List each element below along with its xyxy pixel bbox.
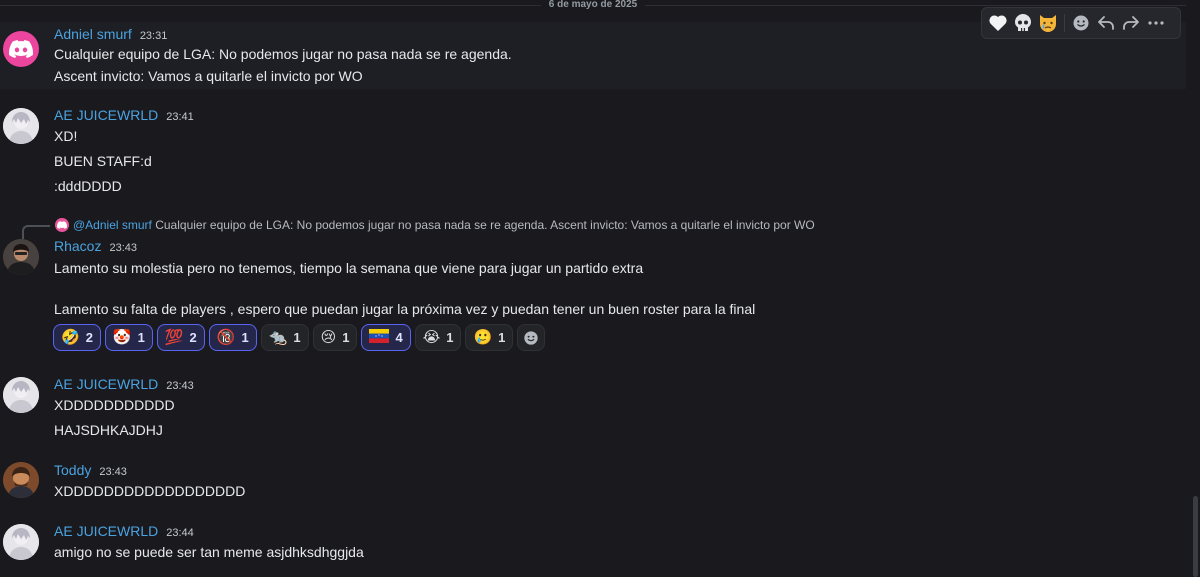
author-line: AE JUICEWRLD 23:44 [54,523,194,541]
reaction-clown[interactable]: 🤡 1 [104,324,153,351]
rofl-emoji-icon: 🤣 [61,328,80,346]
reaction-count: 1 [342,330,350,345]
more-icon[interactable] [1144,10,1168,36]
discord-logo-icon [57,221,67,229]
reply-icon[interactable] [1094,10,1118,36]
add-reaction-icon[interactable] [1069,10,1093,36]
author-line: AE JUICEWRLD 23:41 [54,107,194,125]
author-name[interactable]: Rhacoz [54,238,101,254]
reaction-venezuela-flag[interactable]: 4 [361,324,411,351]
reaction-count: 1 [241,330,249,345]
add-reaction-icon [524,330,539,345]
timestamp[interactable]: 23:43 [99,466,127,478]
reaction-count: 2 [85,330,93,345]
message-line: Cualquier equipo de LGA: No podemos juga… [54,46,512,62]
venezuela-flag-emoji-icon [369,329,390,346]
scrollbar[interactable] [1190,0,1200,577]
avatar[interactable] [3,108,39,144]
reaction-count: 1 [446,330,454,345]
clown-emoji-icon: 🤡 [112,328,132,346]
hundred-emoji-icon: 💯 [164,328,184,346]
author-name[interactable]: AE JUICEWRLD [54,107,158,123]
reaction-count: 2 [189,330,197,345]
add-reaction-button[interactable] [517,324,546,351]
message-line: :dddDDDD [54,178,122,194]
reaction-sob[interactable]: 😭 1 [414,324,462,351]
message-line: BUEN STAFF:d [54,153,152,169]
message-line: amigo no se puede ser tan meme asjdhksdh… [54,544,364,560]
rat-emoji-icon: 🐀 [268,328,288,346]
message-line: Lamento su molestia pero no tenemos, tie… [54,260,644,276]
reply-text: Cualquier equipo de LGA: No podemos juga… [155,218,815,232]
message-line: XDDDDDDDDDDDDDDDDDD [54,483,246,499]
author-line: Rhacoz 23:43 [54,238,137,256]
smiling-tear-emoji-icon: 🥲 [473,328,493,346]
message-line: XDDDDDDDDDDD [54,397,175,413]
avatar[interactable] [3,524,39,560]
avatar[interactable] [3,239,39,275]
avatar[interactable] [3,31,39,67]
reply-elbow [22,225,50,239]
message-line: Lamento su falta de players , espero que… [54,301,756,317]
white-heart-icon[interactable] [986,10,1010,36]
reaction-underage[interactable]: 🔞 1 [208,324,257,351]
reaction-100[interactable]: 💯 2 [156,324,205,351]
reaction-cry[interactable]: 😢 1 [312,324,358,351]
author-name[interactable]: Toddy [54,462,91,478]
reaction-rofl[interactable]: 🤣 2 [53,324,101,351]
author-line: Adniel smurf 23:31 [54,26,167,44]
avatar[interactable] [3,377,39,413]
discord-logo-icon [9,40,33,58]
timestamp[interactable]: 23:31 [140,30,168,42]
reaction-count: 1 [137,330,145,345]
forward-icon[interactable] [1119,10,1143,36]
message-line: HAJSDHKAJDHJ [54,422,163,438]
timestamp[interactable]: 23:41 [166,111,194,123]
author-name[interactable]: AE JUICEWRLD [54,523,158,539]
message-line: XD! [54,128,78,144]
scrollbar-thumb[interactable] [1193,496,1198,577]
skull-icon[interactable] [1011,10,1035,36]
timestamp[interactable]: 23:44 [166,527,194,539]
toolbar-separator [1064,14,1065,32]
reaction-rat[interactable]: 🐀 1 [260,324,309,351]
author-line: Toddy 23:43 [54,462,127,480]
avatar[interactable] [3,462,39,498]
crying-face-emoji-icon: 😢 [320,328,337,346]
timestamp[interactable]: 23:43 [166,380,194,392]
reaction-count: 1 [293,330,301,345]
date-divider-label: 6 de mayo de 2025 [540,0,646,10]
author-name[interactable]: Adniel smurf [54,26,132,42]
reaction-smile-tear[interactable]: 🥲 1 [465,324,514,351]
author-line: AE JUICEWRLD 23:43 [54,376,194,394]
message-line: Ascent invicto: Vamos a quitarle el invi… [54,68,363,84]
message-actions-toolbar [981,7,1181,39]
chat-view: 6 de mayo de 2025 Adniel smurf 23:31 Cua… [0,0,1200,577]
reply-avatar [55,218,69,232]
timestamp[interactable]: 23:43 [109,242,137,254]
reaction-count: 1 [498,330,506,345]
reply-preview: @Adniel smurf Cualquier equipo de LGA: N… [73,218,815,232]
crying-cat-icon[interactable] [1036,10,1060,36]
reaction-count: 4 [395,330,403,345]
reply-mention[interactable]: @Adniel smurf [73,218,152,232]
author-name[interactable]: AE JUICEWRLD [54,376,158,392]
sob-emoji-icon: 😭 [422,328,441,346]
reaction-bar: 🤣 2 🤡 1 💯 2 🔞 1 🐀 1 😢 1 4 😭 1 🥲 1 [53,324,546,351]
no-under-18-emoji-icon: 🔞 [216,328,236,346]
